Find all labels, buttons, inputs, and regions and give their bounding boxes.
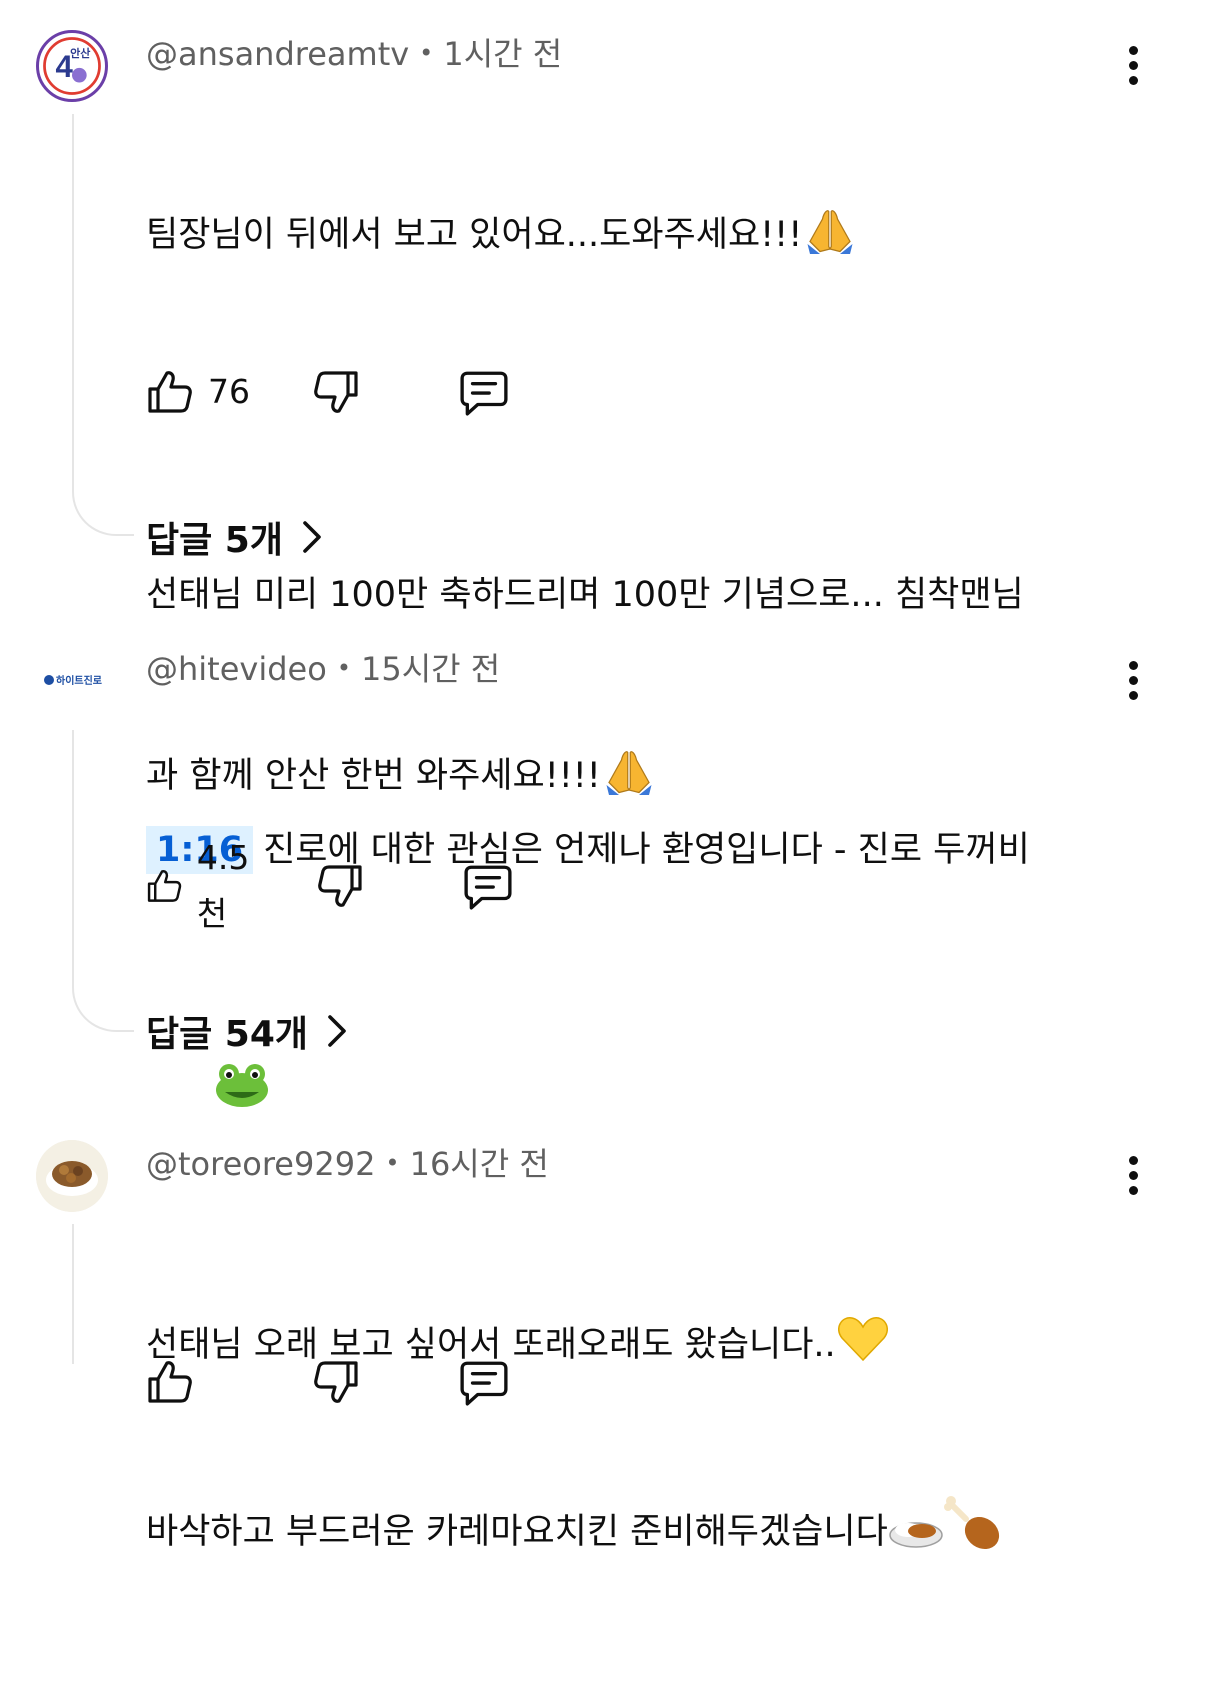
- replies-count: 답글 54개: [146, 1014, 308, 1055]
- curry-rice-emoji: [889, 1522, 943, 1548]
- view-replies-button[interactable]: 답글 54개: [146, 1006, 348, 1056]
- thumb-down-icon: [312, 366, 360, 418]
- comment-meta: @toreore9292 • 16시간 전: [146, 1143, 549, 1184]
- more-vert-icon[interactable]: [1118, 1154, 1150, 1198]
- comment-meta: @ansandreamtv • 1시간 전: [146, 33, 562, 74]
- like-button[interactable]: 76: [146, 364, 250, 420]
- dislike-button[interactable]: [312, 364, 360, 420]
- thread-line: [72, 1224, 134, 1364]
- comment-icon: [458, 367, 510, 417]
- like-button[interactable]: [146, 1354, 194, 1410]
- comment-text: 선태님 오래 보고 싶어서 또래오래도 왔습니다.. 바삭하고 부드러운 카레마…: [146, 1194, 1136, 1682]
- avatar[interactable]: 4 안산: [36, 30, 108, 102]
- comment-icon: [462, 861, 514, 911]
- thumb-up-icon: [146, 860, 183, 912]
- view-replies-button[interactable]: 답글 5개: [146, 512, 323, 562]
- ansan-logo-icon: 4 안산: [43, 37, 101, 95]
- author-handle[interactable]: @toreore9292: [146, 1145, 375, 1183]
- replies-count: 답글 5개: [146, 520, 283, 561]
- separator-dot: •: [385, 1149, 400, 1177]
- comment-time: 1시간 전: [443, 35, 563, 73]
- comment-time: 15시간 전: [360, 650, 501, 688]
- fried-chicken-photo-icon: [36, 1140, 108, 1212]
- separator-dot: •: [419, 39, 434, 67]
- author-handle[interactable]: @hitevideo: [146, 650, 327, 688]
- yellow-heart-emoji: [837, 1317, 888, 1362]
- thread-line: [72, 730, 134, 1032]
- reply-button[interactable]: [462, 858, 514, 914]
- like-count: 4.5천: [196, 838, 250, 933]
- comment-time: 16시간 전: [409, 1145, 549, 1183]
- thumb-up-icon: [146, 366, 194, 418]
- like-button[interactable]: 4.5천: [146, 838, 260, 933]
- dislike-button[interactable]: [312, 1354, 360, 1410]
- svg-text:하이트진로: 하이트진로: [56, 674, 102, 687]
- separator-dot: •: [336, 654, 351, 682]
- thread-line: [72, 114, 134, 536]
- chevron-right-icon: [328, 1015, 346, 1047]
- author-handle[interactable]: @ansandreamtv: [146, 35, 409, 73]
- like-count: 76: [208, 372, 250, 411]
- more-vert-icon[interactable]: [1118, 659, 1150, 703]
- folded-hands-emoji: [802, 204, 858, 254]
- reply-button[interactable]: [458, 1354, 510, 1410]
- more-vert-icon[interactable]: [1118, 44, 1150, 88]
- comment-icon: [458, 1357, 510, 1407]
- chevron-right-icon: [303, 521, 321, 553]
- comment-meta: @hitevideo • 15시간 전: [146, 648, 500, 689]
- svg-text:안산: 안산: [70, 46, 90, 60]
- reply-button[interactable]: [458, 364, 510, 420]
- poultry-leg-emoji: [943, 1496, 999, 1550]
- avatar[interactable]: [36, 1140, 108, 1212]
- hite-jinro-logo-icon: 하이트진로: [44, 674, 102, 687]
- avatar[interactable]: 하이트진로: [36, 644, 108, 716]
- thumb-down-icon: [316, 860, 364, 912]
- dislike-button[interactable]: [316, 858, 364, 914]
- frog-emoji: [215, 1064, 268, 1107]
